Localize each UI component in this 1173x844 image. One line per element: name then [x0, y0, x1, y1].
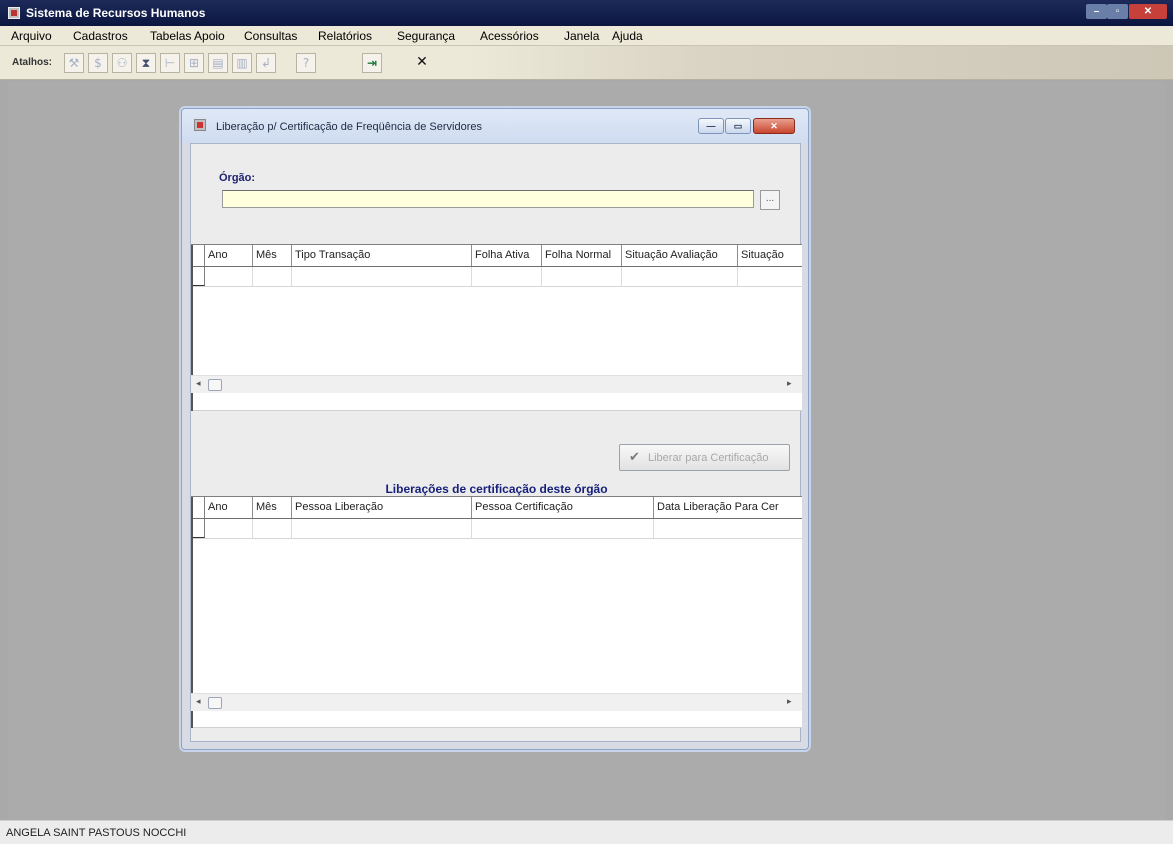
table-cell[interactable]: [205, 267, 253, 286]
tree-icon[interactable]: ⊢: [160, 53, 180, 73]
dialog-titlebar[interactable]: Liberação p/ Certificação de Freqüência …: [182, 109, 808, 143]
table-cell[interactable]: [292, 519, 472, 538]
top-grid-horizontal-scrollbar[interactable]: ◂ ▸: [191, 375, 802, 393]
minimize-icon: —: [706, 121, 716, 131]
toolbar: Atalhos: ⚒ $ ⚇ ⧗ ⊢ ⊞ ▤ ▥ ↲ ? ⇥ ✕: [0, 46, 1173, 80]
scroll-right-arrow-icon[interactable]: ▸: [787, 696, 792, 707]
column-header-mes[interactable]: Mês: [253, 245, 292, 266]
dialog-app-icon[interactable]: [194, 119, 206, 131]
menu-consultas[interactable]: Consultas: [244, 29, 297, 43]
dialog-close-button[interactable]: ✕: [753, 118, 795, 134]
menu-relatorios[interactable]: Relatórios: [318, 29, 372, 43]
grid-header: Ano Mês Tipo Transação Folha Ativa Folha…: [191, 245, 802, 267]
status-bar: ANGELA SAINT PASTOUS NOCCHI: [0, 820, 1173, 844]
column-header-pessoa-certificacao[interactable]: Pessoa Certificação: [472, 497, 654, 518]
column-header-situacao-avaliacao[interactable]: Situação Avaliação: [622, 245, 738, 266]
liberacao-dialog: Liberação p/ Certificação de Freqüência …: [181, 108, 809, 750]
table-cell[interactable]: [253, 519, 292, 538]
document-icon[interactable]: ▤: [208, 53, 228, 73]
menu-acessorios[interactable]: Acessórios: [480, 29, 539, 43]
column-header-ano[interactable]: Ano: [205, 497, 253, 518]
org-chart-icon[interactable]: ⊞: [184, 53, 204, 73]
app-titlebar: Sistema de Recursos Humanos – ▫ ✕: [0, 0, 1173, 26]
row-indicator[interactable]: [191, 267, 205, 286]
table-cell[interactable]: [472, 519, 654, 538]
minimize-icon: –: [1093, 6, 1100, 17]
bottom-grid-horizontal-scrollbar[interactable]: ◂ ▸: [191, 693, 802, 711]
table-cell[interactable]: [622, 267, 738, 286]
menu-janela[interactable]: Janela: [564, 29, 599, 43]
menu-ajuda[interactable]: Ajuda: [612, 29, 643, 43]
dollar-icon[interactable]: $: [88, 53, 108, 73]
row-indicator[interactable]: [191, 519, 205, 538]
checkmark-icon: ✔: [629, 450, 640, 465]
liberacoes-grid[interactable]: Ano Mês Pessoa Liberação Pessoa Certific…: [191, 496, 802, 728]
scroll-thumb[interactable]: [208, 697, 222, 709]
grid-header: Ano Mês Pessoa Liberação Pessoa Certific…: [191, 497, 802, 519]
table-cell[interactable]: [253, 267, 292, 286]
row-indicator-header: [191, 497, 205, 518]
table-row[interactable]: [191, 267, 802, 287]
column-header-pessoa-liberacao[interactable]: Pessoa Liberação: [292, 497, 472, 518]
close-icon: ✕: [1143, 6, 1153, 17]
close-icon[interactable]: ✕: [412, 53, 432, 73]
scroll-left-arrow-icon[interactable]: ◂: [196, 696, 201, 707]
menu-seguranca[interactable]: Segurança: [397, 29, 455, 43]
orgao-input[interactable]: [222, 190, 754, 208]
column-header-tipo-transacao[interactable]: Tipo Transação: [292, 245, 472, 266]
status-user: ANGELA SAINT PASTOUS NOCCHI: [6, 827, 187, 839]
column-header-folha-normal[interactable]: Folha Normal: [542, 245, 622, 266]
orgao-label: Órgão:: [219, 172, 256, 184]
maximize-button[interactable]: ▫: [1107, 4, 1128, 19]
hourglass-icon[interactable]: ⧗: [136, 53, 156, 73]
table-cell[interactable]: [472, 267, 542, 286]
row-indicator-header: [191, 245, 205, 266]
column-header-situacao[interactable]: Situação: [738, 245, 802, 266]
dialog-maximize-button[interactable]: ▭: [725, 118, 751, 134]
app-icon[interactable]: [8, 7, 20, 19]
scroll-thumb[interactable]: [208, 379, 222, 391]
app-title: Sistema de Recursos Humanos: [26, 6, 206, 20]
menu-bar: Arquivo Cadastros Tabelas Apoio Consulta…: [0, 26, 1173, 46]
section-title: Liberações de certificação deste órgão: [385, 482, 608, 496]
liberar-button-label: Liberar para Certificação: [648, 452, 769, 464]
scroll-right-arrow-icon[interactable]: ▸: [787, 378, 792, 389]
dialog-title: Liberação p/ Certificação de Freqüência …: [216, 121, 482, 133]
restore-icon: ▫: [1115, 6, 1120, 17]
column-header-ano[interactable]: Ano: [205, 245, 253, 266]
dialog-client-area: Órgão: ... Ano Mês Tipo Transação Folha …: [190, 143, 802, 742]
maximize-icon: ▭: [733, 121, 743, 131]
transacoes-grid[interactable]: Ano Mês Tipo Transação Folha Ativa Folha…: [191, 244, 802, 411]
chart-icon[interactable]: ▥: [232, 53, 252, 73]
orgao-lookup-button[interactable]: ...: [760, 190, 780, 210]
dialog-minimize-button[interactable]: —: [698, 118, 724, 134]
people-icon[interactable]: ⚇: [112, 53, 132, 73]
column-header-folha-ativa[interactable]: Folha Ativa: [472, 245, 542, 266]
liberar-para-certificacao-button[interactable]: ✔ Liberar para Certificação: [619, 444, 790, 471]
table-cell[interactable]: [205, 519, 253, 538]
return-icon[interactable]: ↲: [256, 53, 276, 73]
menu-cadastros[interactable]: Cadastros: [73, 29, 128, 43]
tools-icon[interactable]: ⚒: [64, 53, 84, 73]
table-cell[interactable]: [654, 519, 802, 538]
table-cell[interactable]: [542, 267, 622, 286]
close-button[interactable]: ✕: [1129, 4, 1167, 19]
table-row[interactable]: [191, 519, 802, 539]
scroll-left-arrow-icon[interactable]: ◂: [196, 378, 201, 389]
help-icon[interactable]: ?: [296, 53, 316, 73]
minimize-button[interactable]: –: [1086, 4, 1107, 19]
close-icon: ✕: [770, 121, 778, 131]
column-header-data-liberacao[interactable]: Data Liberação Para Cer: [654, 497, 802, 518]
column-header-mes[interactable]: Mês: [253, 497, 292, 518]
table-cell[interactable]: [292, 267, 472, 286]
menu-arquivo[interactable]: Arquivo: [11, 29, 52, 43]
exit-door-icon[interactable]: ⇥: [362, 53, 382, 73]
toolbar-label: Atalhos:: [12, 57, 52, 68]
menu-tabelas-apoio[interactable]: Tabelas Apoio: [150, 29, 225, 43]
table-cell[interactable]: [738, 267, 802, 286]
